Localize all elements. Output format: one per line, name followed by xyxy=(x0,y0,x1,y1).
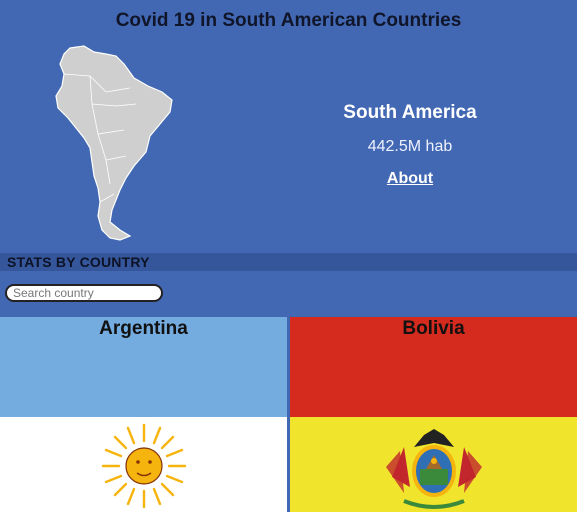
region-name: South America xyxy=(343,102,477,123)
country-name: Argentina xyxy=(99,318,188,339)
search-country-input[interactable] xyxy=(5,284,163,302)
south-america-map xyxy=(55,45,173,241)
stats-header: STATS BY COUNTRY xyxy=(0,253,577,271)
country-card-bolivia[interactable]: Bolivia xyxy=(290,317,577,512)
country-cards: Argentina Bolivia xyxy=(0,317,577,512)
about-link[interactable]: About xyxy=(290,170,530,188)
region-summary: South America 442.5M hab About xyxy=(290,102,530,188)
region-population: 442.5M hab xyxy=(367,138,453,155)
stats-title: STATS BY COUNTRY xyxy=(7,254,150,270)
bolivia-coat-of-arms-icon xyxy=(385,429,482,509)
country-name: Bolivia xyxy=(402,318,465,339)
country-card-argentina[interactable]: Argentina xyxy=(0,317,287,512)
sun-of-may-icon xyxy=(101,423,186,509)
page-title: Covid 19 in South American Countries xyxy=(115,10,462,31)
